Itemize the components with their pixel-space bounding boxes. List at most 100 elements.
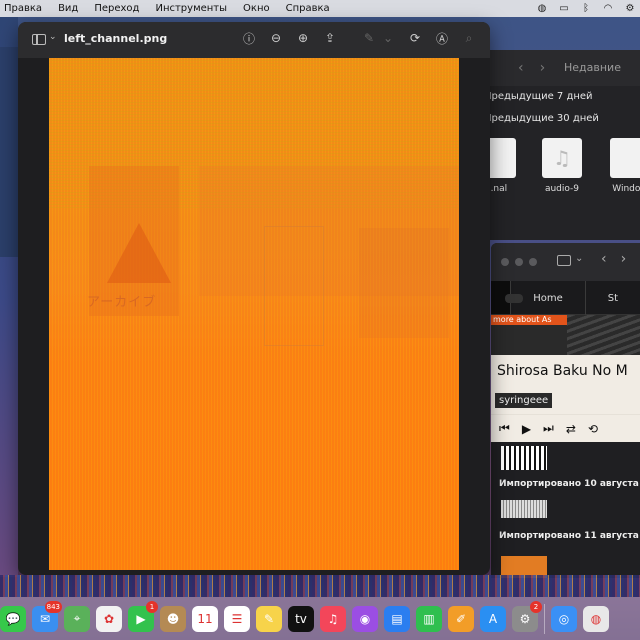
back-icon[interactable]: ‹ (601, 251, 607, 267)
glitch-strip (0, 575, 640, 597)
wifi-icon[interactable]: ◠ (602, 3, 614, 15)
music-toolbar: ⌄ ‹ › (491, 243, 640, 281)
artist-row: syringeee (491, 388, 640, 414)
status-area: ◍ ▭ ᛒ ◠ ⚙ (536, 0, 636, 17)
app-store-app[interactable]: A (480, 605, 506, 632)
music-tabs: Home St (491, 281, 640, 315)
notification-badge: 2 (530, 600, 542, 613)
tv-app[interactable]: tv (288, 605, 314, 632)
system-settings-app[interactable]: ⚙ 2 (512, 600, 542, 632)
mail-app[interactable]: ✉ 843 (32, 600, 62, 632)
tab-store[interactable]: St (584, 281, 640, 315)
finder-location: Недавние (564, 61, 621, 74)
preview-tools: ⓘ ⊖ ⊕ ⇪ ✎ ⌄ ⟳ Ⓐ ⌕ (242, 31, 476, 46)
next-icon[interactable]: ⏭ (543, 421, 554, 436)
share-icon[interactable]: ⇪ (323, 31, 337, 45)
maps-app[interactable]: ⌖ (64, 605, 90, 632)
imported-label: Импортировано 11 августа 2023 (499, 531, 640, 541)
file-name: Window (612, 184, 640, 194)
document-title: left_channel.png (64, 32, 168, 45)
notes-app[interactable]: ✎ (256, 605, 282, 632)
list-item[interactable] (491, 546, 640, 578)
album-art (501, 446, 547, 470)
file-grid: ...nal ♫ audio-9 Window (480, 130, 640, 210)
control-center-icon[interactable]: ⚙ (624, 3, 636, 15)
annotate-icon[interactable]: Ⓐ (435, 31, 449, 46)
menu-item-go[interactable]: Переход (86, 3, 147, 14)
zoom-icon[interactable] (529, 258, 537, 266)
keynote-app[interactable]: ▤ (384, 605, 410, 632)
notification-badge: 843 (44, 600, 62, 613)
logo (491, 281, 524, 314)
list-item[interactable] (491, 494, 640, 526)
calendar-app[interactable]: 11 (192, 605, 218, 632)
music-app[interactable]: ♫ (320, 605, 346, 632)
info-icon[interactable]: ⓘ (242, 31, 256, 46)
chrome-app[interactable]: ◍ (583, 605, 609, 632)
contacts-app[interactable]: ☻ (160, 605, 186, 632)
repeat-icon[interactable]: ⟲ (588, 422, 598, 436)
menu-bar: Правка Вид Переход Инструменты Окно Спра… (0, 0, 640, 17)
window-controls (501, 258, 537, 266)
finder-window: ‹ › Недавние Предыдущие 7 дней Предыдущи… (480, 50, 640, 240)
reminders-app[interactable]: ☰ (224, 605, 250, 632)
preview-toolbar: ⌄ left_channel.png ⓘ ⊖ ⊕ ⇪ ✎ ⌄ ⟳ Ⓐ ⌕ (18, 22, 490, 58)
bluetooth-icon[interactable]: ᛒ (580, 3, 592, 15)
pages-app[interactable]: ✐ (448, 605, 474, 632)
back-icon[interactable]: ‹ (518, 60, 524, 76)
close-icon[interactable] (501, 258, 509, 266)
sidebar-toggle-icon[interactable] (32, 34, 46, 45)
battery-icon[interactable]: ▭ (558, 3, 570, 15)
spectrogram-image: アーカイブ (49, 58, 459, 570)
podcasts-app[interactable]: ◉ (352, 605, 378, 632)
shuffle-icon[interactable]: ⇄ (566, 422, 576, 436)
imported-label: Импортировано 10 августа 2023 (499, 479, 640, 489)
forward-icon[interactable]: › (540, 60, 546, 76)
list-item[interactable] (491, 442, 640, 474)
desktop-strip (0, 17, 18, 577)
menu-item-view[interactable]: Вид (50, 3, 86, 14)
search-icon[interactable]: ⌕ (462, 31, 476, 45)
play-icon[interactable]: ▶ (522, 422, 531, 436)
markup-icon[interactable]: ✎ (362, 31, 376, 45)
image-overlay-text: アーカイブ (87, 295, 157, 310)
zoom-out-icon[interactable]: ⊖ (269, 31, 283, 45)
finder-toolbar: ‹ › Недавние (480, 50, 640, 86)
menu-item-window[interactable]: Окно (235, 3, 278, 14)
music-file-icon: ♫ (542, 138, 582, 178)
messages-app[interactable]: 💬 (0, 605, 26, 632)
music-banner: more about As (491, 315, 640, 355)
facetime-app[interactable]: ▶ 1 (128, 600, 158, 632)
chevron-down-icon[interactable]: ⌄ (49, 32, 57, 42)
file-item[interactable]: Window (610, 138, 640, 194)
section-7-days: Предыдущие 7 дней (484, 91, 593, 102)
safari-app[interactable]: ◎ (551, 605, 577, 632)
player-controls: ⏮ ▶ ⏭ ⇄ ⟲ (491, 414, 640, 442)
file-name: audio-9 (544, 184, 580, 194)
sidebar-toggle-icon[interactable] (557, 255, 571, 266)
menu-item-help[interactable]: Справка (278, 3, 338, 14)
minimize-icon[interactable] (515, 258, 523, 266)
track-title: Shirosa Baku No M (491, 355, 640, 388)
file-item[interactable]: ♫ audio-9 (542, 138, 582, 194)
previous-icon[interactable]: ⏮ (499, 421, 510, 436)
chevron-down-icon[interactable]: ⌄ (575, 253, 583, 264)
menu-item-edit[interactable]: Правка (0, 3, 50, 14)
forward-icon[interactable]: › (621, 251, 627, 267)
zoom-in-icon[interactable]: ⊕ (296, 31, 310, 45)
chevron-down-icon[interactable]: ⌄ (381, 31, 395, 45)
artist-name[interactable]: syringeee (495, 393, 553, 408)
photos-app[interactable]: ✿ (96, 605, 122, 632)
notification-badge: 1 (146, 600, 158, 613)
menu-item-tools[interactable]: Инструменты (147, 3, 235, 14)
notification-icon[interactable]: ◍ (536, 3, 548, 15)
music-window: ⌄ ‹ › Home St more about As Shirosa Baku… (491, 243, 640, 578)
dock-separator (544, 603, 545, 634)
dock: 💬 ✉ 843 ⌖ ✿ ▶ 1 ☻ 11 ☰ ✎ tv ♫ ◉ ▤ ▥ ✐ A ⚙ 2 ◎ ◍ (0, 597, 640, 640)
banner-label[interactable]: more about As (491, 315, 567, 325)
section-30-days: Предыдущие 30 дней (484, 113, 599, 124)
album-art (501, 500, 547, 518)
rotate-icon[interactable]: ⟳ (408, 31, 422, 45)
numbers-app[interactable]: ▥ (416, 605, 442, 632)
preview-window: ⌄ left_channel.png ⓘ ⊖ ⊕ ⇪ ✎ ⌄ ⟳ Ⓐ ⌕ アーカ… (18, 22, 490, 575)
